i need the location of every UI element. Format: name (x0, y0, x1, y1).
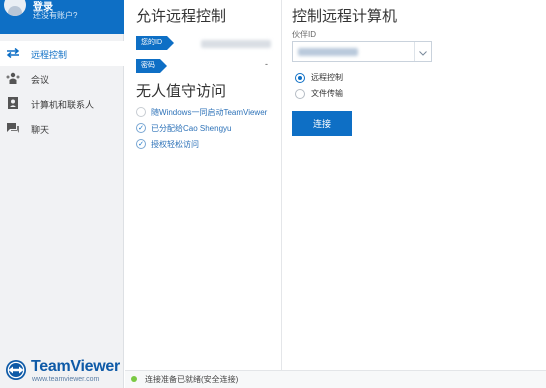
password-value: - (265, 59, 268, 69)
sidebar-item-label: 聊天 (31, 125, 50, 135)
sidebar-item-chat[interactable]: 聊天 (0, 116, 124, 141)
radio-unselected[interactable] (295, 88, 305, 99)
sidebar-item-remote-control[interactable]: 远程控制 (0, 41, 124, 66)
allow-remote-control-panel: 允许远程控制 您的ID 密码 - 无人值守访问 随Windows一同启动Team… (125, 0, 282, 370)
teamviewer-logo-icon (5, 359, 27, 386)
partner-id-input[interactable] (292, 41, 432, 62)
easy-access-option[interactable]: ✓ 授权轻松访问 (136, 137, 199, 151)
control-remote-computer-panel: 控制远程计算机 伙伴ID 远程控制 文件传输 连接 (283, 0, 546, 370)
meeting-icon (5, 70, 21, 86)
sidebar-nav: 远程控制 会议 计算机和联系人 聊天 (0, 41, 124, 141)
arrows-icon (5, 45, 21, 61)
connection-status-text: 连接准备已就绪(安全连接) (145, 375, 239, 384)
teamviewer-window: 登录 还没有账户? 远程控制 会议 计算机和联系人 聊天 TeamViewer … (0, 0, 546, 388)
your-id-label: 您的ID (136, 36, 174, 50)
your-id-value (201, 40, 271, 48)
check-circle-icon: ✓ (136, 139, 146, 149)
profile-header[interactable]: 登录 还没有账户? (0, 0, 124, 34)
sidebar-item-label: 远程控制 (31, 50, 68, 60)
sidebar: 登录 还没有账户? 远程控制 会议 计算机和联系人 聊天 TeamViewer … (0, 0, 124, 388)
contacts-icon (5, 95, 21, 111)
brand-name: TeamViewer (31, 358, 120, 375)
partner-id-dropdown-button[interactable] (414, 42, 431, 61)
start-with-windows-link[interactable]: 随Windows一同启动TeamViewer (151, 107, 267, 118)
no-account-link[interactable]: 还没有账户? (33, 10, 77, 21)
assigned-to-link[interactable]: 已分配给Cao Shengyu (151, 123, 231, 134)
status-bar: 连接准备已就绪(安全连接) (125, 370, 546, 388)
file-transfer-radio-label: 文件传输 (311, 89, 343, 98)
partner-id-label: 伙伴ID (292, 30, 316, 39)
assigned-to-option[interactable]: ✓ 已分配给Cao Shengyu (136, 121, 231, 135)
chevron-down-icon (419, 43, 427, 61)
start-with-windows-option[interactable]: 随Windows一同启动TeamViewer (136, 105, 267, 119)
unattended-access-title: 无人值守访问 (136, 83, 227, 100)
avatar[interactable] (4, 0, 26, 16)
radio-selected[interactable] (295, 72, 305, 83)
partner-id-value (298, 48, 358, 56)
remote-control-radio[interactable]: 远程控制 (295, 71, 343, 84)
sidebar-item-label: 会议 (31, 75, 50, 85)
sidebar-item-contacts[interactable]: 计算机和联系人 (0, 91, 124, 116)
file-transfer-radio[interactable]: 文件传输 (295, 87, 343, 100)
chat-icon (5, 120, 21, 136)
easy-access-link[interactable]: 授权轻松访问 (151, 139, 199, 150)
status-indicator-icon (131, 376, 137, 382)
remote-control-radio-label: 远程控制 (311, 73, 343, 82)
password-label: 密码 (136, 59, 167, 73)
check-circle-icon: ✓ (136, 123, 146, 133)
allow-remote-control-title: 允许远程控制 (136, 8, 227, 25)
sidebar-item-label: 计算机和联系人 (31, 100, 95, 110)
teamviewer-brand: TeamViewer www.teamviewer.com (5, 358, 120, 386)
sidebar-item-meeting[interactable]: 会议 (0, 66, 124, 91)
connect-button[interactable]: 连接 (292, 111, 352, 136)
unchecked-circle-icon (136, 107, 146, 117)
control-remote-computer-title: 控制远程计算机 (292, 8, 398, 25)
brand-url[interactable]: www.teamviewer.com (32, 376, 99, 383)
